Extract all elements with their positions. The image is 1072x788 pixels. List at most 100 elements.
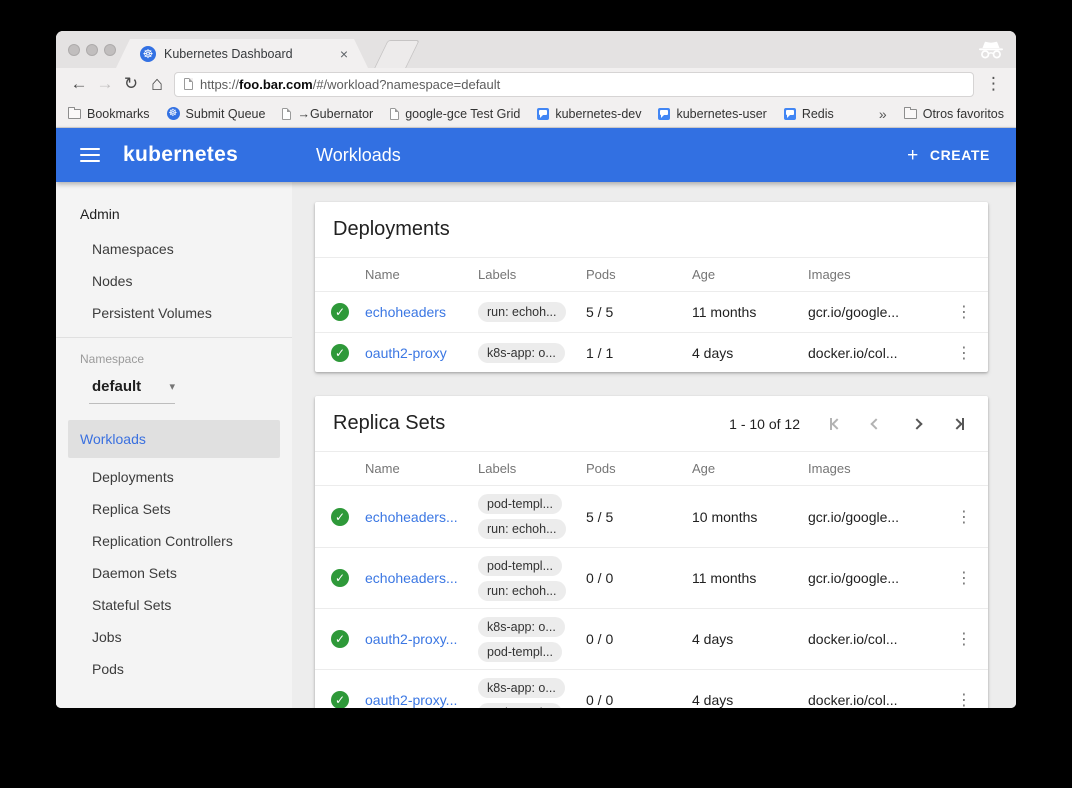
status-ok-icon: ✓ [331,691,349,708]
browser-toolbar: ← → ↻ ⌂ https://foo.bar.com/#/workload?n… [56,68,1016,100]
table-row[interactable]: ✓ echoheaders... pod-templ... run: echoh… [315,547,988,608]
column-header-age: Age [692,461,808,476]
sidebar-item-namespaces[interactable]: Namespaces [56,233,292,265]
table-row[interactable]: ✓ echoheaders run: echoh... 5 / 5 11 mon… [315,292,988,332]
folder-icon [904,109,917,119]
bookmarks-overflow-chevron[interactable]: » [879,106,887,122]
url-bar[interactable]: https://foo.bar.com/#/workload?namespace… [174,72,974,97]
label-chip: k8s-app: o... [478,678,565,698]
previous-page-icon[interactable] [862,412,890,436]
bookmark-redis[interactable]: Redis [784,107,834,121]
images-cell: docker.io/col... [808,345,940,361]
row-menu-icon[interactable]: ⋮ [940,690,988,708]
kubernetes-brand[interactable]: kubernetes [123,143,238,167]
bookmark-bookmarks-folder[interactable]: Bookmarks [68,107,150,121]
label-chip: k8s-app: o... [478,617,565,637]
namespace-select[interactable]: default ▾ [89,378,175,404]
table-row[interactable]: ✓ oauth2-proxy... k8s-app: o... pod-temp… [315,608,988,669]
next-page-icon[interactable] [903,412,931,436]
row-menu-icon[interactable]: ⋮ [940,302,988,322]
minimize-window-button[interactable] [86,44,98,56]
url-path: /#/workload?namespace=default [313,77,501,92]
tab-title: Kubernetes Dashboard [164,47,332,61]
sidebar-item-replica-sets[interactable]: Replica Sets [56,493,292,525]
status-ok-icon: ✓ [331,303,349,321]
images-cell: gcr.io/google... [808,509,940,525]
page-icon [390,108,399,120]
first-page-icon[interactable] [821,412,849,436]
images-cell: docker.io/col... [808,631,940,647]
deployment-link[interactable]: echoheaders [365,304,478,320]
zoom-window-button[interactable] [104,44,116,56]
sidebar-item-stateful-sets[interactable]: Stateful Sets [56,589,292,621]
browser-titlebar: ☸ Kubernetes Dashboard × [56,31,1016,68]
sidebar-item-jobs[interactable]: Jobs [56,621,292,653]
deployment-link[interactable]: oauth2-proxy [365,345,478,361]
page-security-icon[interactable] [184,78,193,90]
hamburger-menu-icon[interactable] [80,148,100,162]
sidebar-item-nodes[interactable]: Nodes [56,265,292,297]
incognito-icon [978,41,1004,64]
new-tab-button[interactable] [374,40,420,68]
bookmark-google-gce-test-grid[interactable]: google-gce Test Grid [390,107,520,121]
replica-sets-card-header: Replica Sets 1 - 10 of 12 [315,396,988,451]
browser-menu-icon[interactable]: ⋮ [982,74,1006,94]
replica-set-link[interactable]: oauth2-proxy... [365,692,478,708]
namespace-label: Namespace [80,352,292,366]
pods-cell: 1 / 1 [586,345,692,361]
table-row[interactable]: ✓ echoheaders... pod-templ... run: echoh… [315,486,988,547]
label-chip: pod-templ... [478,642,562,662]
bookmark-kubernetes-dev[interactable]: kubernetes-dev [537,107,641,121]
sidebar: Admin Namespaces Nodes Persistent Volume… [56,182,292,708]
back-icon[interactable]: ← [66,74,92,94]
row-menu-icon[interactable]: ⋮ [940,568,988,588]
chat-icon [537,108,549,120]
row-menu-icon[interactable]: ⋮ [940,343,988,363]
browser-tab[interactable]: ☸ Kubernetes Dashboard × [116,39,368,68]
sidebar-item-daemon-sets[interactable]: Daemon Sets [56,557,292,589]
replica-set-link[interactable]: oauth2-proxy... [365,631,478,647]
images-cell: gcr.io/google... [808,304,940,320]
label-chip: k8s-app: o... [478,343,565,363]
bookmarks-bar: Bookmarks ☸Submit Queue →Gubernator goog… [56,100,1016,128]
close-window-button[interactable] [68,44,80,56]
row-menu-icon[interactable]: ⋮ [940,507,988,527]
sidebar-item-admin[interactable]: Admin [56,198,292,230]
label-chip: run: echoh... [478,519,566,539]
forward-icon[interactable]: → [92,74,118,94]
column-header-name: Name [365,461,478,476]
status-ok-icon: ✓ [331,508,349,526]
namespace-value: default [92,378,141,395]
row-menu-icon[interactable]: ⋮ [940,629,988,649]
last-page-icon[interactable] [944,412,972,436]
create-button[interactable]: + CREATE [907,146,990,165]
sidebar-item-pods[interactable]: Pods [56,653,292,685]
sidebar-item-persistent-volumes[interactable]: Persistent Volumes [56,297,292,329]
table-row[interactable]: ✓ oauth2-proxy... k8s-app: o... pod-temp… [315,669,988,708]
replica-set-link[interactable]: echoheaders... [365,509,478,525]
label-chip: pod-templ... [478,556,562,576]
reload-icon[interactable]: ↻ [118,74,144,94]
traffic-lights [68,44,116,56]
replica-sets-card-title: Replica Sets [333,412,445,435]
url-domain: foo.bar.com [239,77,313,92]
age-cell: 11 months [692,304,808,320]
page-title: Workloads [316,145,401,166]
label-chip: pod-templ... [478,494,562,514]
sidebar-item-deployments[interactable]: Deployments [56,461,292,493]
home-icon[interactable]: ⌂ [144,73,170,96]
pods-cell: 0 / 0 [586,692,692,708]
bookmark-submit-queue[interactable]: ☸Submit Queue [167,107,266,121]
replica-set-link[interactable]: echoheaders... [365,570,478,586]
table-row[interactable]: ✓ oauth2-proxy k8s-app: o... 1 / 1 4 day… [315,332,988,372]
sidebar-item-workloads[interactable]: Workloads [68,420,280,458]
bookmark-otros-favoritos-folder[interactable]: Otros favoritos [904,107,1004,121]
age-cell: 4 days [692,692,808,708]
bookmark-kubernetes-user[interactable]: kubernetes-user [658,107,766,121]
sidebar-item-replication-controllers[interactable]: Replication Controllers [56,525,292,557]
tab-close-icon[interactable]: × [340,47,348,61]
bookmark-gubernator[interactable]: →Gubernator [282,107,373,121]
page-icon [282,108,291,120]
pods-cell: 0 / 0 [586,570,692,586]
url-text: https://foo.bar.com/#/workload?namespace… [200,77,500,92]
